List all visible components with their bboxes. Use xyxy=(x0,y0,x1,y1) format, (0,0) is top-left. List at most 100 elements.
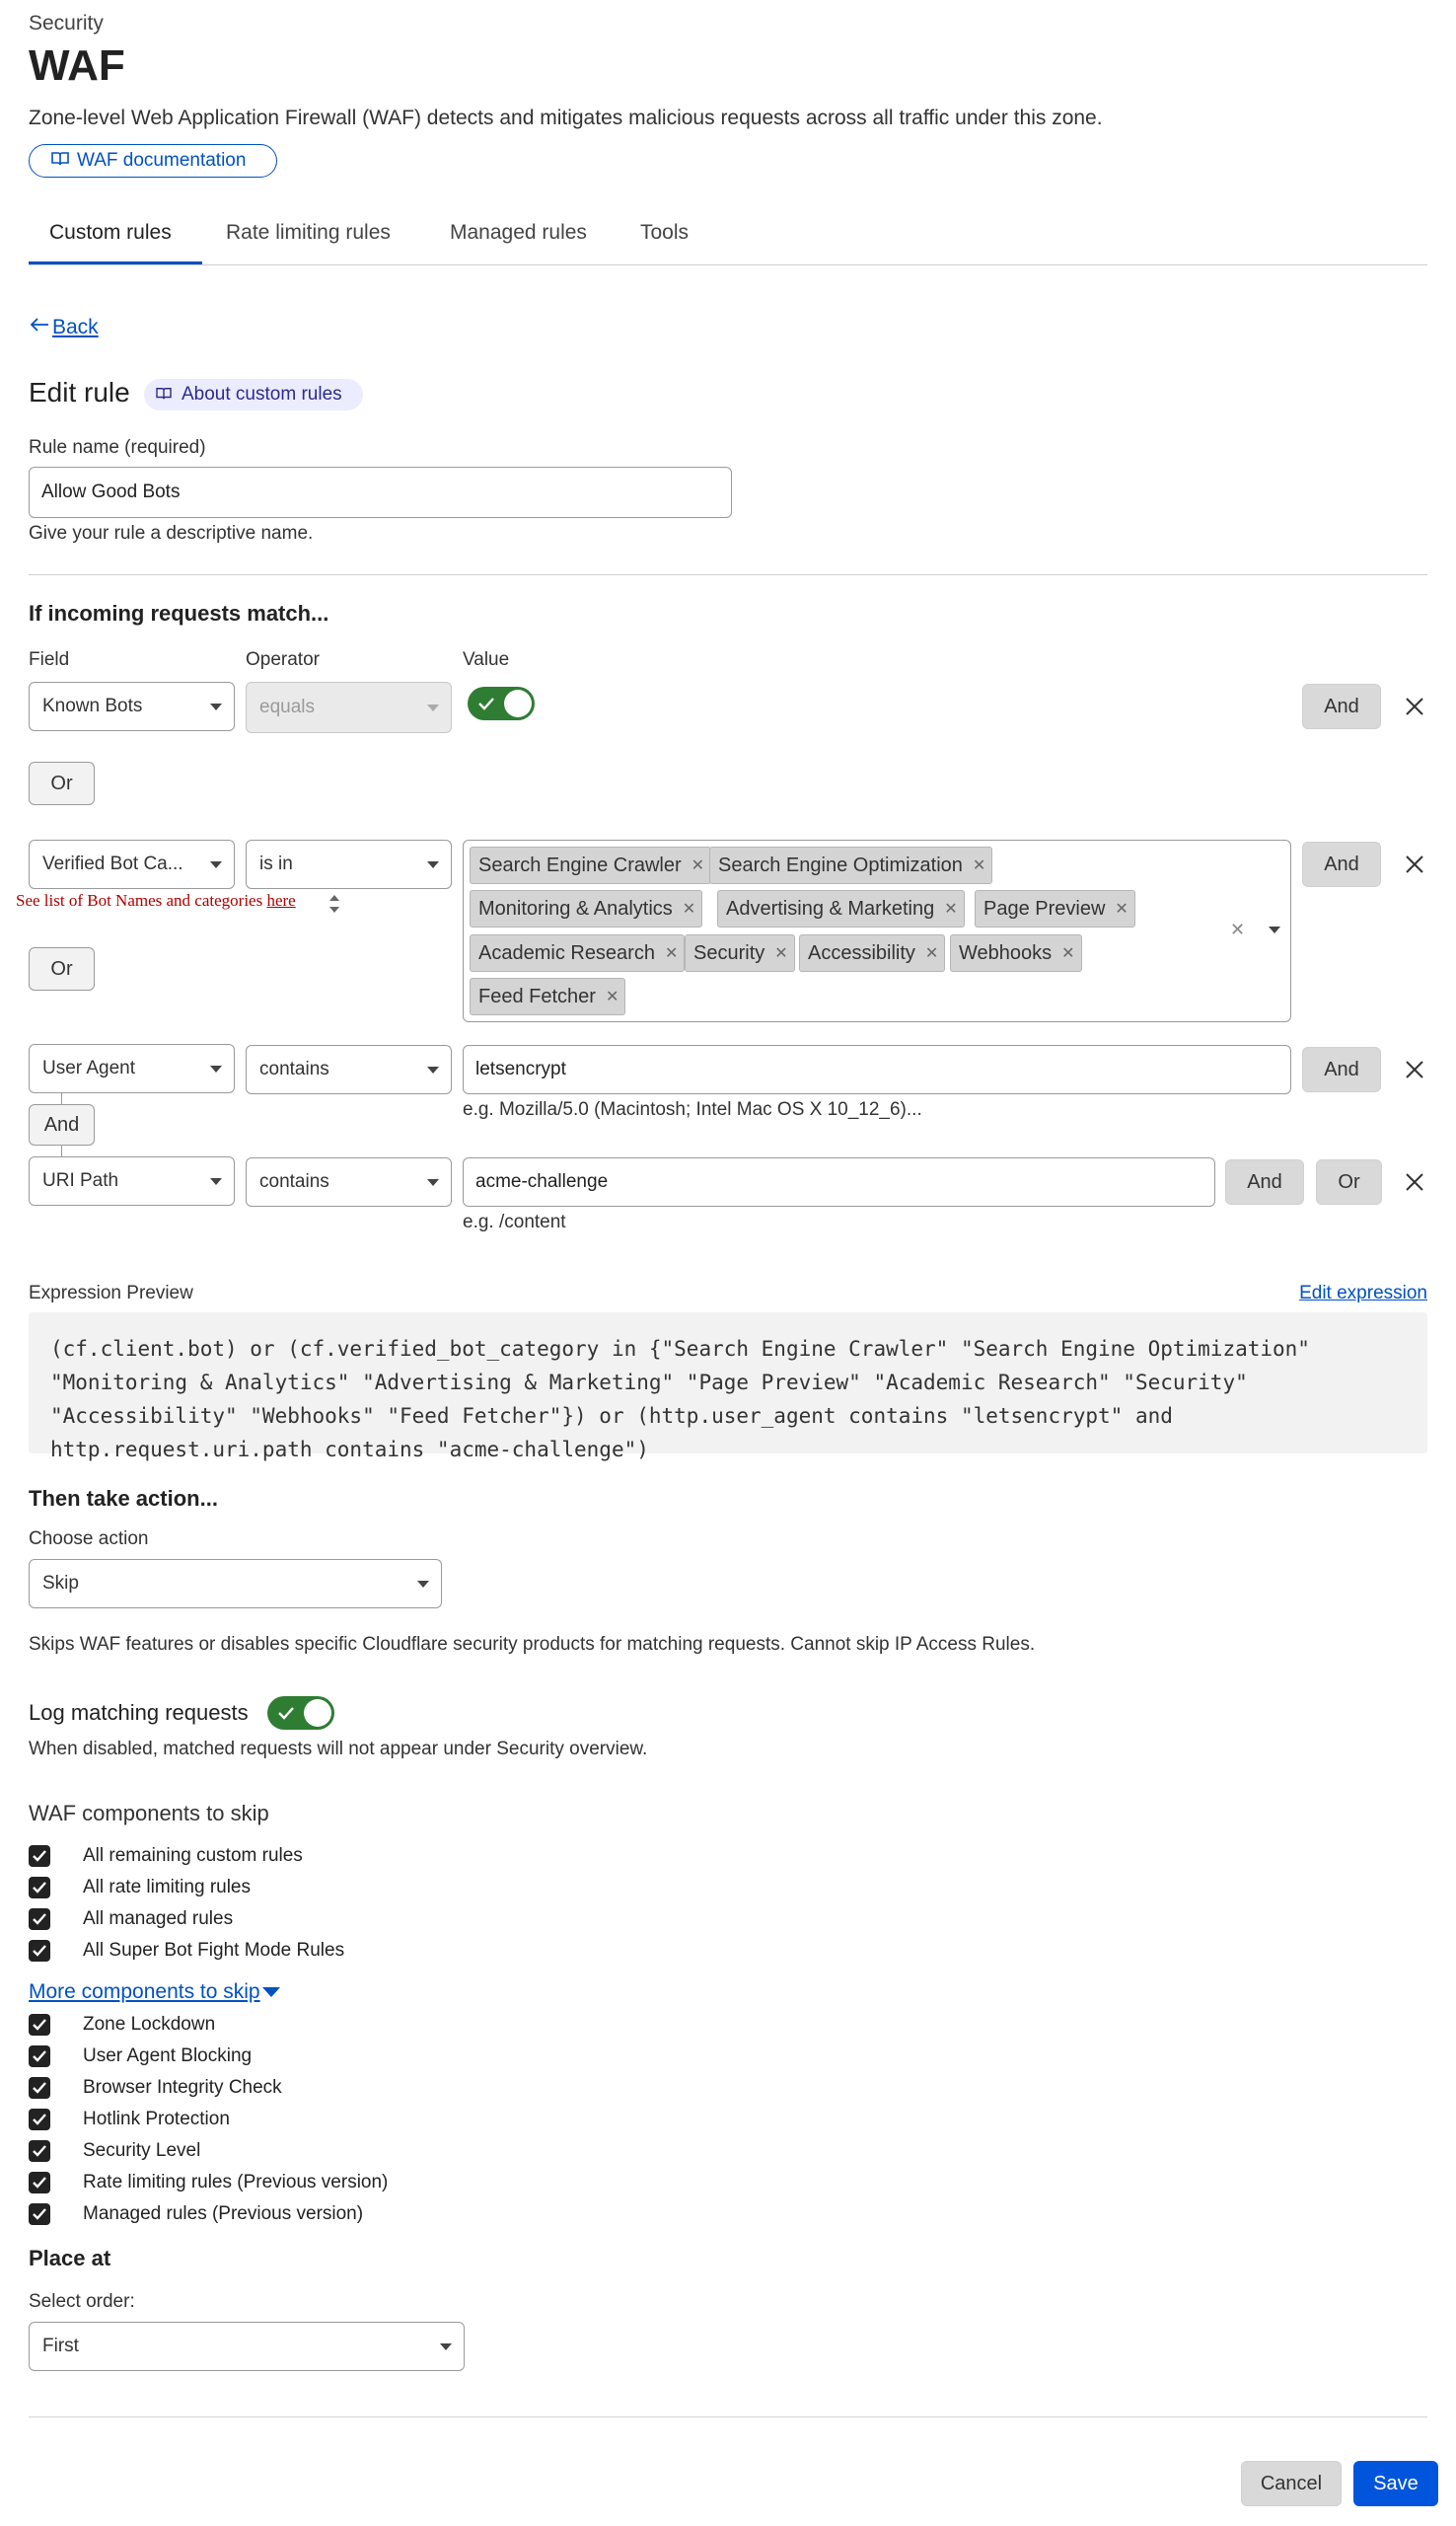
chip-label: Page Preview xyxy=(983,897,1106,920)
skip-zone-lockdown[interactable]: Zone Lockdown xyxy=(29,2012,215,2038)
save-button[interactable]: Save xyxy=(1353,2461,1438,2506)
close-icon[interactable]: ✕ xyxy=(973,855,985,875)
chevron-down-icon xyxy=(417,1581,429,1588)
more-components-toggle[interactable]: More components to skip xyxy=(29,1980,280,2004)
back-link[interactable]: Back xyxy=(29,316,99,339)
close-icon[interactable] xyxy=(1402,1169,1427,1195)
field-select-uri-path[interactable]: URI Path xyxy=(29,1156,235,1206)
field-select-known-bots[interactable]: Known Bots xyxy=(29,682,235,731)
action-help-text: Skips WAF features or disables specific … xyxy=(29,1634,1036,1655)
chip-label: Security xyxy=(693,941,765,964)
skip-user-agent-blocking[interactable]: User Agent Blocking xyxy=(29,2043,252,2069)
chevron-down-icon xyxy=(427,705,439,711)
and-button-row2[interactable]: And xyxy=(1302,842,1381,887)
field-select-value: URI Path xyxy=(42,1170,119,1191)
skip-managed-rules-previous[interactable]: Managed rules (Previous version) xyxy=(29,2201,363,2227)
bot-list-link[interactable]: here xyxy=(266,891,295,910)
clear-all-icon[interactable]: ✕ xyxy=(1230,920,1245,940)
chip-monitoring-analytics: Monitoring & Analytics ✕ xyxy=(470,890,703,928)
chip-academic-research: Academic Research ✕ xyxy=(470,934,686,972)
chip-search-engine-optimization: Search Engine Optimization ✕ xyxy=(709,847,993,884)
checkbox-checked-icon[interactable] xyxy=(29,1908,50,1930)
tab-managed-rules[interactable]: Managed rules xyxy=(450,221,587,245)
close-icon[interactable]: ✕ xyxy=(925,943,938,963)
close-icon[interactable]: ✕ xyxy=(692,855,704,875)
chip-label: Advertising & Marketing xyxy=(726,897,935,920)
tab-custom-rules[interactable]: Custom rules xyxy=(49,221,172,245)
and-button-row4[interactable]: And xyxy=(1225,1159,1304,1205)
chip-label: Academic Research xyxy=(478,941,655,964)
place-at-heading: Place at xyxy=(29,2246,111,2270)
action-select[interactable]: Skip xyxy=(29,1559,442,1608)
checkbox-checked-icon[interactable] xyxy=(29,2014,50,2036)
or-button-2[interactable]: Or xyxy=(29,947,95,991)
close-icon[interactable]: ✕ xyxy=(1061,943,1074,963)
order-select[interactable]: First xyxy=(29,2322,465,2371)
skip-browser-integrity-check[interactable]: Browser Integrity Check xyxy=(29,2075,282,2101)
operator-select-value: contains xyxy=(259,1171,329,1192)
checkbox-checked-icon[interactable] xyxy=(29,2077,50,2099)
checkbox-checked-icon[interactable] xyxy=(29,2172,50,2193)
skip-rate-limiting-previous[interactable]: Rate limiting rules (Previous version) xyxy=(29,2170,388,2195)
checkbox-checked-icon[interactable] xyxy=(29,2203,50,2225)
known-bots-value-toggle[interactable] xyxy=(468,687,535,720)
close-icon[interactable]: ✕ xyxy=(665,943,678,963)
skip-security-level[interactable]: Security Level xyxy=(29,2138,200,2164)
operator-select-equals: equals xyxy=(246,682,452,733)
user-agent-example: e.g. Mozilla/5.0 (Macintosh; Intel Mac O… xyxy=(463,1099,922,1120)
spinner-icon[interactable] xyxy=(327,892,342,916)
checkbox-checked-icon[interactable] xyxy=(29,2109,50,2130)
chevron-down-icon xyxy=(210,861,222,868)
checkbox-checked-icon[interactable] xyxy=(29,2140,50,2162)
skip-all-rate-limiting-rules[interactable]: All rate limiting rules xyxy=(29,1875,251,1900)
close-icon[interactable]: ✕ xyxy=(683,899,695,919)
checkbox-checked-icon[interactable] xyxy=(29,1877,50,1898)
field-select-value: User Agent xyxy=(42,1058,135,1078)
and-button-row3[interactable]: And xyxy=(1302,1047,1381,1092)
uri-path-value-input[interactable]: acme-challenge xyxy=(463,1157,1215,1207)
and-connector-button[interactable]: And xyxy=(29,1104,95,1146)
field-select-user-agent[interactable]: User Agent xyxy=(29,1044,235,1093)
operator-select-contains[interactable]: contains xyxy=(246,1157,452,1207)
close-icon[interactable]: ✕ xyxy=(944,899,957,919)
edit-expression-link[interactable]: Edit expression xyxy=(1299,1283,1427,1304)
field-select-verified-bot-category[interactable]: Verified Bot Ca... xyxy=(29,840,235,889)
chip-label: Search Engine Crawler xyxy=(478,854,682,876)
operator-column-label: Operator xyxy=(246,649,320,670)
chevron-down-icon[interactable] xyxy=(1269,927,1280,933)
about-custom-rules-link[interactable]: About custom rules xyxy=(144,379,363,410)
operator-select-value: contains xyxy=(259,1059,329,1079)
checkbox-label: All remaining custom rules xyxy=(83,1845,303,1866)
operator-select-is-in[interactable]: is in xyxy=(246,840,452,889)
edit-rule-heading: Edit rule xyxy=(29,377,130,408)
match-heading: If incoming requests match... xyxy=(29,601,329,626)
tab-tools[interactable]: Tools xyxy=(640,221,689,245)
skip-all-managed-rules[interactable]: All managed rules xyxy=(29,1906,233,1932)
close-icon[interactable] xyxy=(1402,694,1427,719)
chip-webhooks: Webhooks ✕ xyxy=(950,934,1082,972)
chip-label: Monitoring & Analytics xyxy=(478,897,673,920)
close-icon[interactable] xyxy=(1402,1057,1427,1082)
or-button-row4[interactable]: Or xyxy=(1316,1159,1382,1205)
skip-all-super-bot-fight-mode-rules[interactable]: All Super Bot Fight Mode Rules xyxy=(29,1938,344,1964)
close-icon[interactable]: ✕ xyxy=(606,987,619,1006)
tab-rate-limiting-rules[interactable]: Rate limiting rules xyxy=(226,221,391,245)
operator-select-contains[interactable]: contains xyxy=(246,1045,452,1094)
cancel-button[interactable]: Cancel xyxy=(1241,2461,1342,2506)
checkbox-checked-icon[interactable] xyxy=(29,1940,50,1962)
close-icon[interactable]: ✕ xyxy=(774,943,787,963)
log-matching-toggle[interactable] xyxy=(267,1696,334,1730)
or-button-1[interactable]: Or xyxy=(29,762,95,805)
user-agent-value-input[interactable]: letsencrypt xyxy=(463,1045,1291,1094)
skip-all-remaining-custom-rules[interactable]: All remaining custom rules xyxy=(29,1843,303,1869)
close-icon[interactable]: ✕ xyxy=(1115,899,1128,919)
rule-name-input[interactable]: Allow Good Bots xyxy=(29,467,732,518)
checkbox-checked-icon[interactable] xyxy=(29,1845,50,1867)
check-icon xyxy=(278,1707,294,1720)
and-button-row1[interactable]: And xyxy=(1302,684,1381,729)
waf-documentation-link[interactable]: WAF documentation xyxy=(29,144,277,178)
checkbox-checked-icon[interactable] xyxy=(29,2045,50,2067)
rule-name-label: Rule name (required) xyxy=(29,437,206,458)
close-icon[interactable] xyxy=(1402,852,1427,877)
skip-hotlink-protection[interactable]: Hotlink Protection xyxy=(29,2107,230,2132)
